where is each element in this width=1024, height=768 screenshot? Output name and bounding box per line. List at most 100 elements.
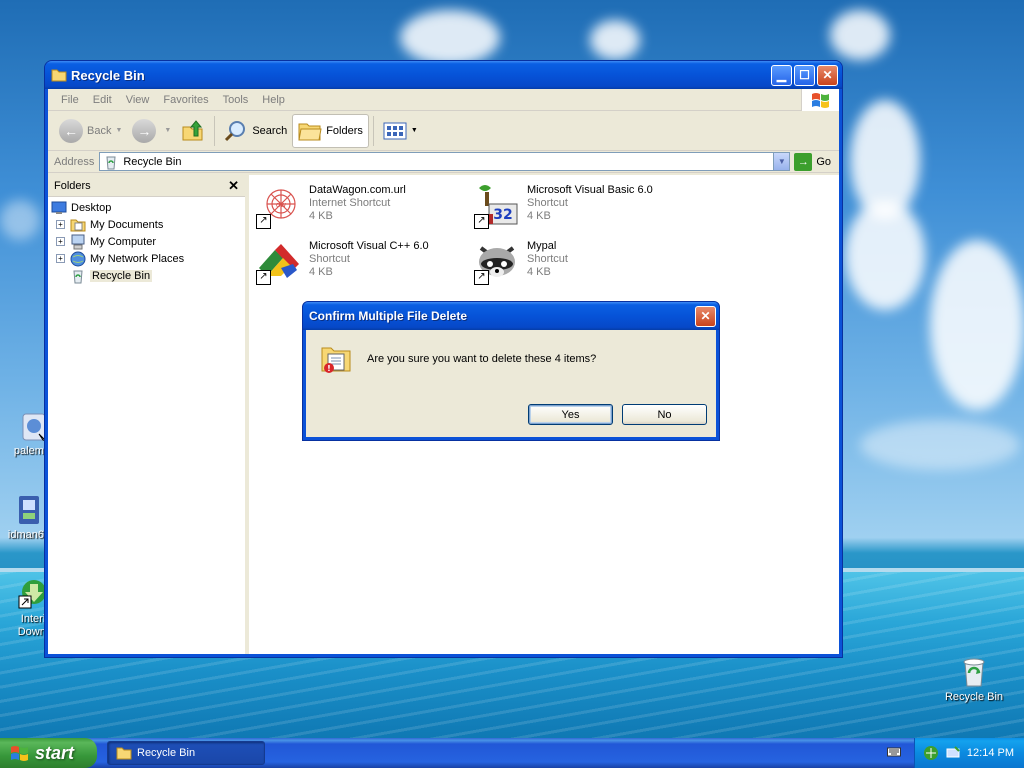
folder-tree: Desktop + My Documents + My Computer + M… [48, 197, 245, 284]
no-button[interactable]: No [622, 404, 707, 425]
folders-label: Folders [326, 124, 363, 137]
close-icon: ✕ [228, 177, 239, 193]
toolbar: ← Back ▼ → ▼ Search Folders ▼ [48, 111, 839, 151]
folder-icon [51, 69, 67, 82]
mypal-raccoon-icon: ↗ [473, 238, 521, 286]
back-label: Back [87, 124, 112, 137]
chevron-down-icon: ▼ [115, 127, 123, 134]
views-button[interactable]: ▼ [378, 114, 423, 148]
file-type: Shortcut [527, 253, 568, 265]
menu-view[interactable]: View [119, 94, 157, 106]
file-item[interactable]: ↗ Mypal Shortcut 4 KB [473, 238, 688, 288]
menu-edit[interactable]: Edit [86, 94, 119, 106]
maximize-button[interactable]: ☐ [794, 64, 815, 86]
visual-cpp-icon: ↗ [255, 238, 303, 286]
folder-icon [116, 747, 132, 760]
dialog-title: Confirm Multiple File Delete [309, 309, 468, 323]
forward-arrow-icon: → [132, 118, 157, 143]
tree-item-my-computer[interactable]: + My Computer [48, 233, 245, 250]
expand-icon[interactable]: + [56, 220, 65, 229]
file-item[interactable]: ↗ Microsoft Visual C++ 6.0 Shortcut 4 KB [255, 238, 470, 288]
tree-item-my-documents[interactable]: + My Documents [48, 216, 245, 233]
delete-files-icon: ! [320, 342, 354, 376]
address-value: Recycle Bin [123, 155, 182, 168]
cloud [930, 240, 1024, 410]
go-button[interactable]: → Go [790, 152, 839, 171]
minimize-button[interactable]: ▁ [771, 64, 792, 86]
shortcut-arrow-icon: ↗ [474, 270, 489, 285]
clock[interactable]: 12:14 PM [967, 747, 1014, 759]
expand-icon[interactable]: + [56, 237, 65, 246]
cloud [400, 10, 500, 65]
safely-remove-hardware-icon[interactable] [945, 745, 961, 761]
forward-button[interactable]: → ▼ [127, 114, 176, 148]
close-button[interactable]: ✕ [817, 64, 838, 86]
file-item[interactable]: 32 ↗ Microsoft Visual Basic 6.0 Shortcut… [473, 182, 688, 232]
visual-basic-icon: 32 ↗ [473, 182, 521, 230]
tree-item-my-network-places[interactable]: + My Network Places [48, 250, 245, 267]
start-button[interactable]: start [0, 738, 97, 768]
maximize-icon: ☐ [799, 68, 810, 82]
expand-icon[interactable]: + [56, 254, 65, 263]
tree-item-label: Desktop [71, 201, 112, 214]
tree-item-label: Recycle Bin [90, 269, 153, 282]
folders-icon [298, 123, 322, 140]
toolbar-separator [214, 115, 216, 146]
up-folder-button[interactable] [176, 114, 210, 148]
tree-item-label: My Computer [90, 235, 157, 248]
window-title: Recycle Bin [71, 67, 145, 83]
back-button[interactable]: ← Back ▼ [54, 114, 127, 148]
desktop-icon [51, 201, 67, 214]
tree-item-recycle-bin[interactable]: Recycle Bin [48, 267, 245, 284]
shortcut-arrow-icon: ↗ [256, 270, 271, 285]
file-type: Shortcut [527, 197, 568, 209]
folders-button[interactable]: Folders [292, 113, 369, 148]
dialog-titlebar[interactable]: Confirm Multiple File Delete ✕ [303, 302, 719, 330]
address-bar: Address Recycle Bin ▼ → Go [48, 151, 839, 173]
taskbar: start Recycle Bin 12:14 PM [0, 738, 1024, 768]
search-icon [225, 120, 246, 141]
recycle-bin-icon [958, 656, 990, 688]
menu-favorites[interactable]: Favorites [156, 94, 215, 106]
taskbar-item-recycle-bin[interactable]: Recycle Bin [107, 741, 265, 765]
idman-icon [13, 494, 45, 526]
dialog-close-button[interactable]: ✕ [695, 305, 716, 327]
recycle-bin-icon [73, 270, 83, 283]
close-icon: ✕ [822, 68, 833, 82]
views-grid-icon [383, 122, 407, 139]
windows-flag-icon [811, 93, 829, 108]
cloud [845, 200, 925, 310]
yes-button[interactable]: Yes [528, 404, 613, 425]
windows-logo [801, 89, 839, 111]
address-input[interactable]: Recycle Bin ▼ [99, 152, 791, 171]
menu-file[interactable]: File [54, 94, 86, 106]
menu-tools[interactable]: Tools [216, 94, 256, 106]
svg-text:32: 32 [493, 207, 512, 223]
menu-help[interactable]: Help [255, 94, 292, 106]
system-tray: 12:14 PM [914, 738, 1024, 768]
chevron-down-icon: ▼ [777, 157, 786, 166]
network-tray-icon[interactable] [923, 745, 939, 761]
up-folder-icon [182, 119, 203, 140]
taskbar-item-label: Recycle Bin [137, 747, 196, 759]
file-type: Shortcut [309, 253, 350, 265]
shortcut-arrow-icon: ↗ [256, 214, 271, 229]
network-places-icon [70, 251, 86, 266]
cloud [0, 200, 40, 240]
windows-flag-icon [11, 746, 28, 761]
search-button[interactable]: Search [219, 114, 292, 148]
desktop-icon-recycle-bin[interactable]: Recycle Bin [939, 656, 1009, 704]
window-titlebar[interactable]: Recycle Bin ▁ ☐ ✕ [45, 61, 842, 89]
keyboard-language-icon[interactable] [887, 746, 901, 758]
file-type: Internet Shortcut [309, 197, 391, 209]
cloud [830, 10, 890, 60]
my-documents-icon [70, 219, 86, 231]
tree-item-label: My Documents [90, 218, 164, 231]
file-size: 4 KB [527, 210, 551, 222]
close-folders-pane-button[interactable]: ✕ [228, 178, 239, 194]
tree-item-desktop[interactable]: Desktop [48, 199, 245, 216]
cloud [860, 420, 1020, 470]
shortcut-arrow-icon: ↗ [474, 214, 489, 229]
file-item[interactable]: dw ↗ DataWagon.com.url Internet Shortcut… [255, 182, 470, 232]
address-dropdown-button[interactable]: ▼ [773, 153, 790, 170]
